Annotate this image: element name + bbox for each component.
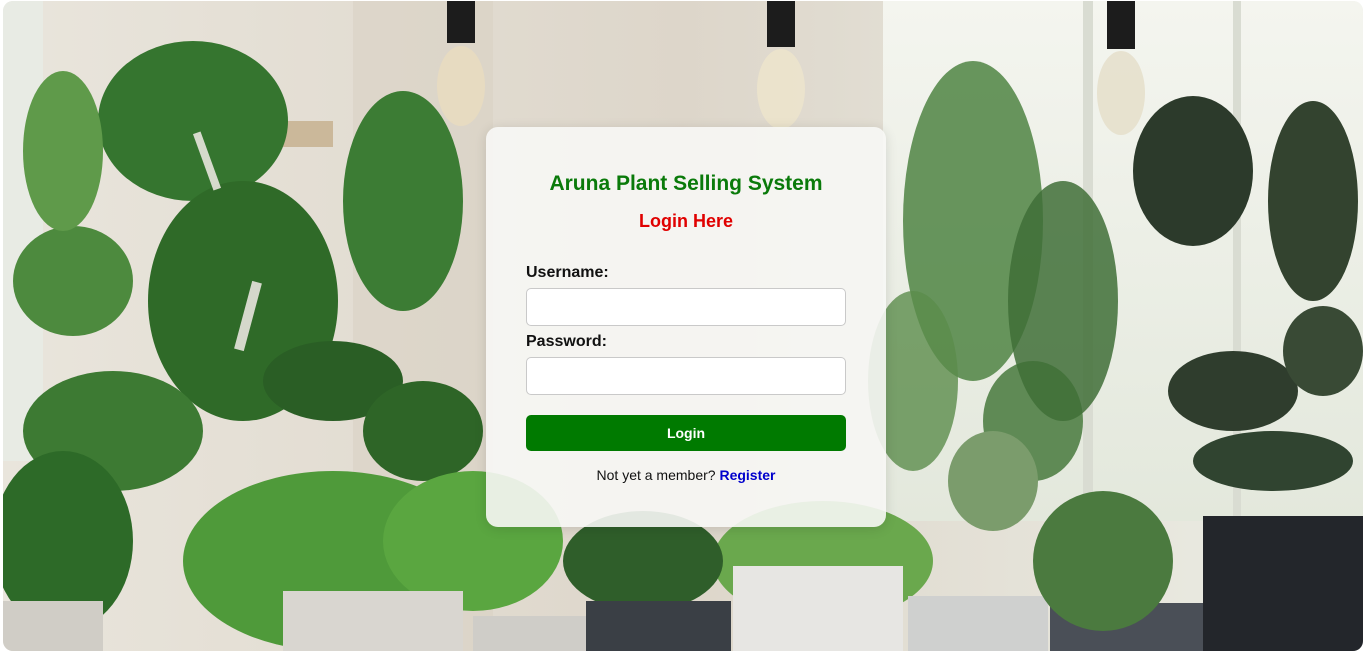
- login-button[interactable]: Login: [526, 415, 846, 451]
- login-card: Aruna Plant Selling System Login Here Us…: [486, 127, 886, 527]
- register-prompt: Not yet a member? Register: [526, 466, 846, 484]
- login-heading: Login Here: [638, 211, 733, 231]
- username-label: Username:: [526, 264, 609, 281]
- register-link[interactable]: Register: [719, 467, 775, 483]
- password-label: Password:: [526, 333, 607, 350]
- username-input[interactable]: [526, 288, 846, 326]
- page-frame: Aruna Plant Selling System Login Here Us…: [3, 1, 1363, 651]
- password-input[interactable]: [526, 357, 846, 395]
- page-title: Aruna Plant Selling System: [549, 172, 823, 195]
- register-prompt-text: Not yet a member?: [596, 467, 720, 483]
